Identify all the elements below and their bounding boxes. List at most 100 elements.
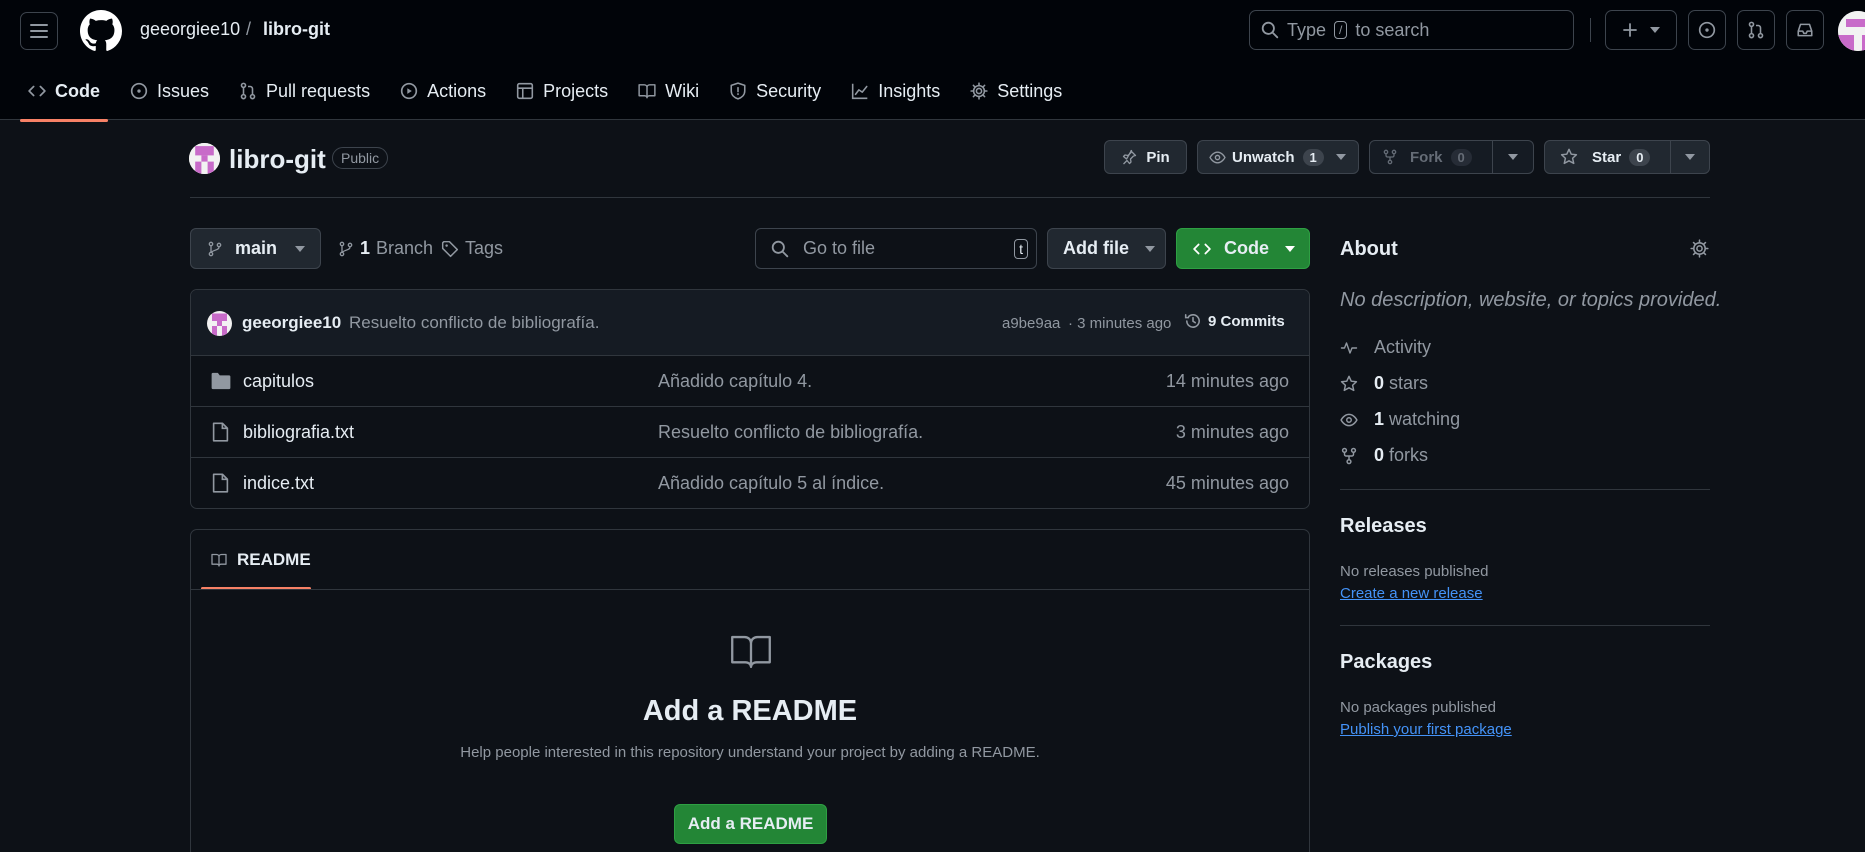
branch-selector[interactable]: main bbox=[190, 228, 321, 269]
commit-time: · 3 minutes ago bbox=[1068, 315, 1172, 332]
go-to-file-input[interactable]: Go to file t bbox=[755, 228, 1037, 269]
commit-author[interactable]: geeorgiee10 bbox=[242, 313, 341, 333]
tab-projects[interactable]: Projects bbox=[508, 70, 616, 112]
releases-empty-text: No releases published bbox=[1340, 563, 1489, 580]
inbox-button[interactable] bbox=[1786, 10, 1824, 50]
watch-label: Unwatch bbox=[1232, 148, 1295, 166]
tag-icon bbox=[441, 240, 459, 257]
star-dropdown-button[interactable] bbox=[1670, 140, 1710, 174]
play-icon bbox=[400, 82, 418, 100]
file-row[interactable]: capitulos Añadido capítulo 4. 14 minutes… bbox=[191, 356, 1309, 407]
file-commit-message[interactable]: Resuelto conflicto de bibliografía. bbox=[658, 422, 923, 443]
packages-title[interactable]: Packages bbox=[1340, 651, 1432, 674]
tab-issues[interactable]: Issues bbox=[122, 70, 217, 112]
github-logo[interactable] bbox=[80, 10, 122, 52]
fork-dropdown-button[interactable] bbox=[1492, 140, 1534, 174]
tab-security[interactable]: Security bbox=[721, 70, 829, 112]
hamburger-icon bbox=[30, 24, 48, 38]
file-commit-time: 45 minutes ago bbox=[1165, 473, 1289, 493]
watch-count: 1 bbox=[1302, 148, 1324, 166]
star-icon bbox=[1560, 148, 1578, 165]
book-icon bbox=[731, 635, 771, 669]
breadcrumb-owner[interactable]: geeorgiee10 bbox=[140, 19, 240, 40]
repo-title[interactable]: libro-git bbox=[229, 144, 326, 175]
pulse-icon bbox=[1340, 341, 1358, 354]
tab-actions[interactable]: Actions bbox=[392, 70, 494, 112]
tags-label: Tags bbox=[465, 238, 504, 258]
tab-wiki[interactable]: Wiki bbox=[630, 70, 707, 112]
create-release-link[interactable]: Create a new release bbox=[1340, 585, 1483, 602]
stars-link[interactable]: 0 stars bbox=[1340, 373, 1428, 394]
title-divider bbox=[190, 197, 1710, 198]
global-search[interactable]: Type / to search bbox=[1249, 10, 1574, 50]
issues-shortcut-button[interactable] bbox=[1688, 10, 1726, 50]
tags-link[interactable]: Tags bbox=[441, 238, 503, 259]
add-file-label: Add file bbox=[1063, 238, 1129, 258]
file-name[interactable]: indice.txt bbox=[243, 473, 314, 494]
branch-label: Branch bbox=[376, 238, 434, 258]
pin-button[interactable]: Pin bbox=[1104, 140, 1187, 174]
code-button[interactable]: Code bbox=[1176, 228, 1310, 269]
file-row[interactable]: indice.txt Añadido capítulo 5 al índice.… bbox=[191, 458, 1309, 508]
breadcrumb-repo[interactable]: libro-git bbox=[263, 19, 330, 40]
menu-button[interactable] bbox=[20, 12, 58, 50]
github-logo-icon bbox=[80, 10, 122, 51]
releases-title[interactable]: Releases bbox=[1340, 515, 1427, 538]
go-to-file-placeholder: Go to file bbox=[803, 238, 876, 258]
pull-request-icon bbox=[240, 82, 256, 100]
star-button[interactable]: Star 0 bbox=[1544, 140, 1671, 174]
watchers-link[interactable]: 1 watching bbox=[1340, 409, 1460, 430]
add-file-button[interactable]: Add file bbox=[1047, 228, 1166, 269]
tab-code[interactable]: Code bbox=[20, 70, 108, 122]
pull-requests-shortcut-button[interactable] bbox=[1737, 10, 1775, 50]
gear-icon[interactable] bbox=[1690, 239, 1709, 258]
fork-button[interactable]: Fork 0 bbox=[1369, 140, 1493, 174]
file-row[interactable]: bibliografia.txt Resuelto conflicto de b… bbox=[191, 407, 1309, 458]
pin-icon bbox=[1123, 149, 1137, 165]
branches-link[interactable]: 1 Branch bbox=[338, 238, 433, 259]
about-description: No description, website, or topics provi… bbox=[1340, 289, 1722, 311]
forks-count: 0 bbox=[1374, 445, 1385, 465]
tab-insights[interactable]: Insights bbox=[843, 70, 948, 112]
add-readme-button[interactable]: Add a README bbox=[674, 804, 827, 844]
tab-label: Code bbox=[55, 80, 100, 101]
table-icon bbox=[517, 82, 534, 100]
commits-history-link[interactable]: 9 Commits bbox=[1184, 312, 1285, 330]
create-new-button[interactable] bbox=[1605, 10, 1677, 50]
watch-button[interactable]: Unwatch 1 bbox=[1197, 140, 1359, 174]
file-commit-time: 14 minutes ago bbox=[1165, 371, 1289, 391]
file-commit-message[interactable]: Añadido capítulo 4. bbox=[658, 371, 812, 392]
branch-name: main bbox=[235, 238, 278, 258]
activity-label: Activity bbox=[1374, 337, 1432, 357]
forks-label: forks bbox=[1389, 445, 1429, 465]
code-icon bbox=[28, 85, 46, 97]
star-icon bbox=[1340, 375, 1358, 391]
breadcrumb-separator: / bbox=[246, 19, 252, 39]
repo-owner-avatar[interactable] bbox=[189, 143, 220, 174]
branch-icon bbox=[339, 241, 353, 256]
commit-author-avatar[interactable] bbox=[207, 311, 232, 336]
commit-hash[interactable]: a9be9aa bbox=[1002, 315, 1060, 332]
file-name[interactable]: capitulos bbox=[243, 371, 314, 392]
book-icon bbox=[211, 553, 227, 567]
go-to-file-shortcut: t bbox=[1014, 238, 1028, 259]
forks-link[interactable]: 0 forks bbox=[1340, 445, 1428, 466]
triangle-down-icon bbox=[1685, 154, 1695, 160]
file-name[interactable]: bibliografia.txt bbox=[243, 422, 354, 443]
graph-icon bbox=[852, 83, 868, 100]
star-label: Star bbox=[1592, 148, 1622, 166]
sidebar-divider bbox=[1340, 489, 1710, 490]
pin-label: Pin bbox=[1146, 148, 1170, 166]
tab-label: Insights bbox=[878, 80, 941, 101]
readme-empty-description: Help people interested in this repositor… bbox=[460, 744, 1040, 761]
tab-settings[interactable]: Settings bbox=[962, 70, 1070, 112]
readme-tab[interactable]: README bbox=[201, 530, 319, 590]
activity-link[interactable]: Activity bbox=[1340, 337, 1431, 358]
tab-label: Actions bbox=[427, 80, 487, 101]
tab-pull-requests[interactable]: Pull requests bbox=[231, 70, 378, 112]
file-commit-message[interactable]: Añadido capítulo 5 al índice. bbox=[658, 473, 884, 494]
commit-message[interactable]: Resuelto conflicto de bibliografía. bbox=[349, 313, 599, 333]
publish-package-link[interactable]: Publish your first package bbox=[1340, 721, 1512, 738]
book-icon bbox=[638, 84, 656, 99]
about-title: About bbox=[1340, 238, 1398, 260]
